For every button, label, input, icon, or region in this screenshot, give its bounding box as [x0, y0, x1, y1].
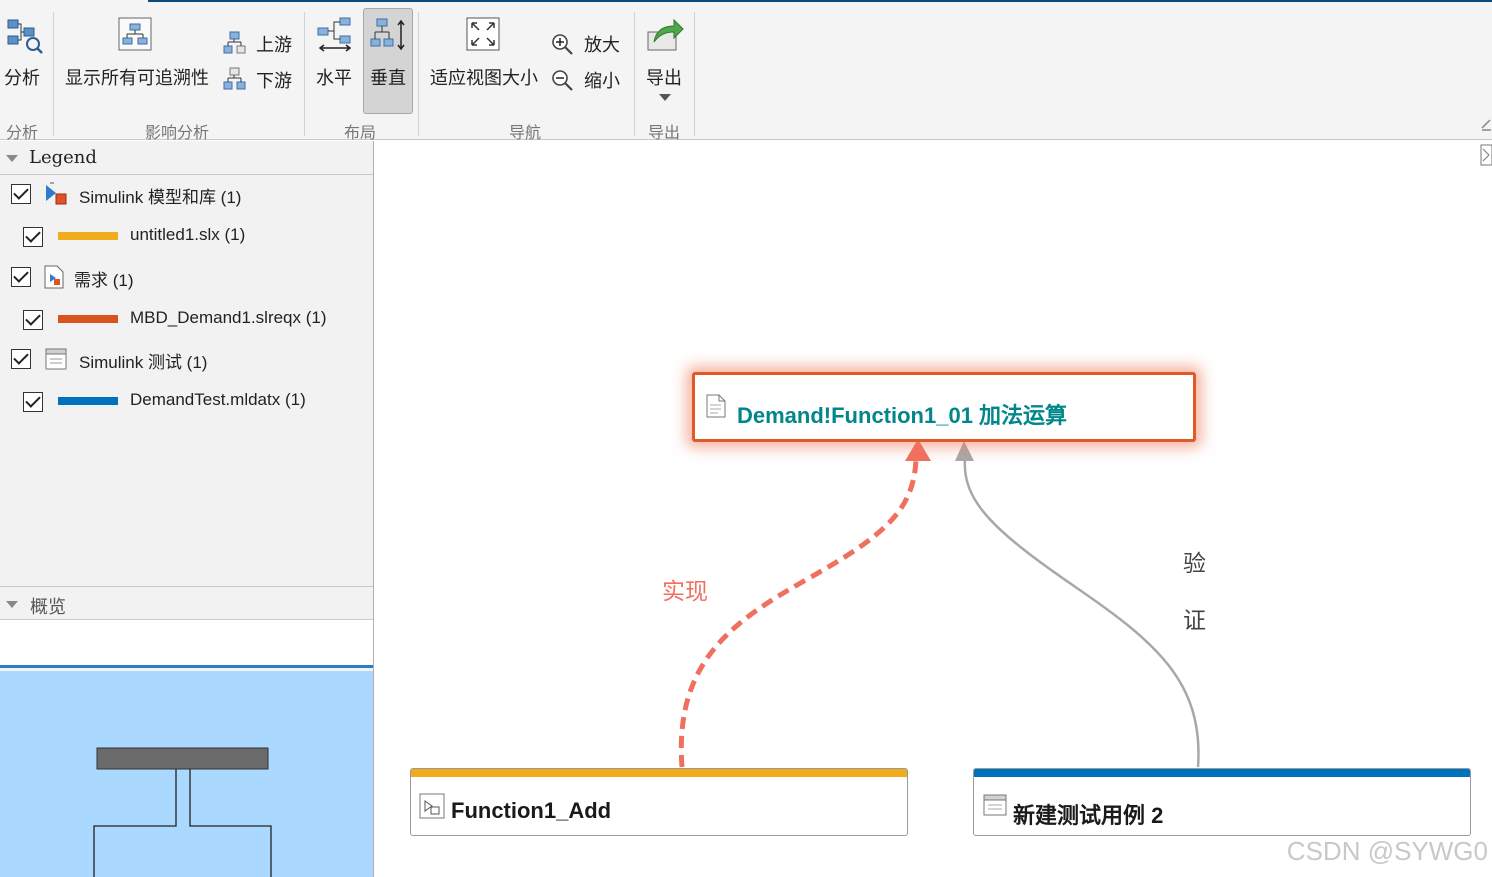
- separator: [634, 12, 635, 136]
- checkbox-requirements[interactable]: [11, 267, 31, 287]
- model-node[interactable]: Function1_Add: [410, 768, 908, 836]
- separator: [304, 12, 305, 136]
- model-node-color-bar: [411, 769, 907, 777]
- graph-edges: [678, 439, 1200, 768]
- export-button[interactable]: 导出: [642, 10, 688, 110]
- group-label-export: 导出: [648, 123, 681, 142]
- legend-label: 需求 (1): [74, 271, 134, 290]
- group-label-navigation: 导航: [509, 123, 542, 142]
- edge-label-verifies-line2: 证: [1183, 608, 1206, 634]
- legend-item-simulink-models: Simulink 模型和库 (1): [0, 179, 373, 209]
- simulink-model-icon: [46, 182, 67, 205]
- checkbox-simulink-models[interactable]: [11, 184, 31, 204]
- minimap-graph: [93, 747, 272, 877]
- model-node-title: Function1_Add: [451, 798, 612, 823]
- test-node[interactable]: 新建测试用例 2: [973, 768, 1471, 836]
- legend-label: untitled1.slx (1): [130, 225, 246, 244]
- upstream-icon: [223, 31, 246, 54]
- legend-label: Simulink 测试 (1): [79, 353, 208, 372]
- simulink-block-icon: [419, 793, 445, 819]
- test-node-title: 新建测试用例 2: [1013, 803, 1164, 828]
- edge-implements[interactable]: [678, 458, 919, 768]
- downstream-icon: [223, 67, 246, 90]
- overview-title: 概览: [30, 597, 66, 618]
- edge-verifies-arrowhead: [955, 441, 974, 461]
- fit-view-button[interactable]: 适应视图大小: [428, 10, 540, 94]
- toolstrip-accent-line: [148, 0, 1492, 2]
- zoom-out-label: 缩小: [584, 71, 620, 92]
- collapse-triangle-icon[interactable]: [6, 601, 18, 608]
- horizontal-layout-button[interactable]: 水平: [311, 10, 359, 94]
- upstream-button[interactable]: 上游: [222, 30, 298, 58]
- vertical-layout-button[interactable]: 垂直: [363, 8, 413, 114]
- export-icon: [647, 18, 684, 51]
- left-panel: Legend Simulink 模型和库 (1) untitled1.slx (…: [0, 141, 374, 877]
- checkbox-mbd-demand1[interactable]: [23, 310, 43, 330]
- group-label-impact-analysis: 影响分析: [145, 123, 210, 142]
- test-node-color-bar: [974, 769, 1470, 777]
- zoom-in-label: 放大: [584, 35, 620, 56]
- requirement-icon: [44, 265, 64, 289]
- overview-minimap[interactable]: [0, 671, 373, 877]
- legend-item-requirements: 需求 (1): [0, 262, 373, 292]
- legend-title: Legend: [29, 147, 97, 168]
- requirement-node[interactable]: Demand!Function1_01 加法运算: [692, 372, 1196, 442]
- show-all-traceability-label: 显示所有可追溯性: [65, 68, 209, 89]
- edge-implements-arrowhead: [905, 439, 931, 461]
- traceability-graph-canvas[interactable]: 实现 验 证 Demand!Function1_01 加法运算 Function…: [374, 141, 1492, 877]
- separator: [418, 12, 419, 136]
- traceability-icon: [118, 17, 152, 51]
- legend-swatch-yellow: [58, 232, 118, 240]
- export-label: 导出: [646, 68, 682, 89]
- analyze-label: 分析: [4, 68, 40, 89]
- legend-item-untitled1: untitled1.slx (1): [0, 221, 373, 251]
- horizontal-layout-icon: [317, 17, 352, 52]
- collapse-toolstrip-icon[interactable]: [1480, 116, 1492, 131]
- edge-verifies[interactable]: [963, 458, 1200, 768]
- horizontal-label: 水平: [316, 68, 352, 89]
- separator: [53, 12, 54, 136]
- downstream-button[interactable]: 下游: [222, 66, 298, 94]
- toolstrip: 分析 分析 显示所有可追溯性 上游 下游 影响分析 水平 垂直 布局 适应视图大…: [0, 0, 1492, 142]
- legend-header[interactable]: Legend: [0, 141, 373, 175]
- legend-item-demandtest: DemandTest.mldatx (1): [0, 386, 373, 416]
- zoom-in-button[interactable]: 放大: [550, 30, 626, 58]
- downstream-label: 下游: [256, 71, 292, 92]
- checkbox-untitled1[interactable]: [23, 227, 43, 247]
- checkbox-simulink-test[interactable]: [11, 349, 31, 369]
- legend-item-mbd-demand1: MBD_Demand1.slreqx (1): [0, 304, 373, 334]
- vertical-label: 垂直: [370, 68, 406, 89]
- analyze-button[interactable]: 分析: [2, 10, 46, 94]
- analyze-icon: [7, 19, 43, 54]
- separator: [694, 12, 695, 136]
- zoom-out-button[interactable]: 缩小: [550, 66, 626, 94]
- legend-label: DemandTest.mldatx (1): [130, 390, 306, 409]
- watermark: CSDN @SYWG0: [1286, 836, 1488, 866]
- group-label-layout: 布局: [344, 123, 377, 142]
- vertical-layout-icon: [370, 18, 405, 51]
- fit-to-view-icon: [466, 17, 500, 51]
- legend-label: Simulink 模型和库 (1): [79, 188, 242, 207]
- legend-swatch-blue: [58, 397, 118, 405]
- zoom-in-icon: [552, 34, 573, 55]
- zoom-out-icon: [552, 70, 573, 91]
- overview-band: [0, 620, 373, 668]
- group-label-analyze: 分析: [6, 123, 39, 142]
- requirement-document-icon: [706, 394, 726, 418]
- requirement-node-title: Demand!Function1_01 加法运算: [737, 403, 1068, 428]
- checkbox-demandtest[interactable]: [23, 392, 43, 412]
- chevron-down-icon: [659, 94, 671, 101]
- legend-item-simulink-test: Simulink 测试 (1): [0, 344, 373, 374]
- edge-label-implements: 实现: [662, 579, 708, 605]
- upstream-label: 上游: [256, 35, 292, 56]
- overview-header[interactable]: 概览: [0, 586, 373, 620]
- legend-swatch-orange: [58, 315, 118, 323]
- test-file-icon: [45, 348, 67, 370]
- fit-view-label: 适应视图大小: [430, 68, 538, 89]
- show-all-traceability-button[interactable]: 显示所有可追溯性: [62, 10, 212, 94]
- legend-label: MBD_Demand1.slreqx (1): [130, 308, 327, 327]
- collapse-triangle-icon[interactable]: [6, 155, 18, 162]
- test-case-icon: [983, 794, 1007, 816]
- edge-label-verifies-line1: 验: [1183, 551, 1206, 577]
